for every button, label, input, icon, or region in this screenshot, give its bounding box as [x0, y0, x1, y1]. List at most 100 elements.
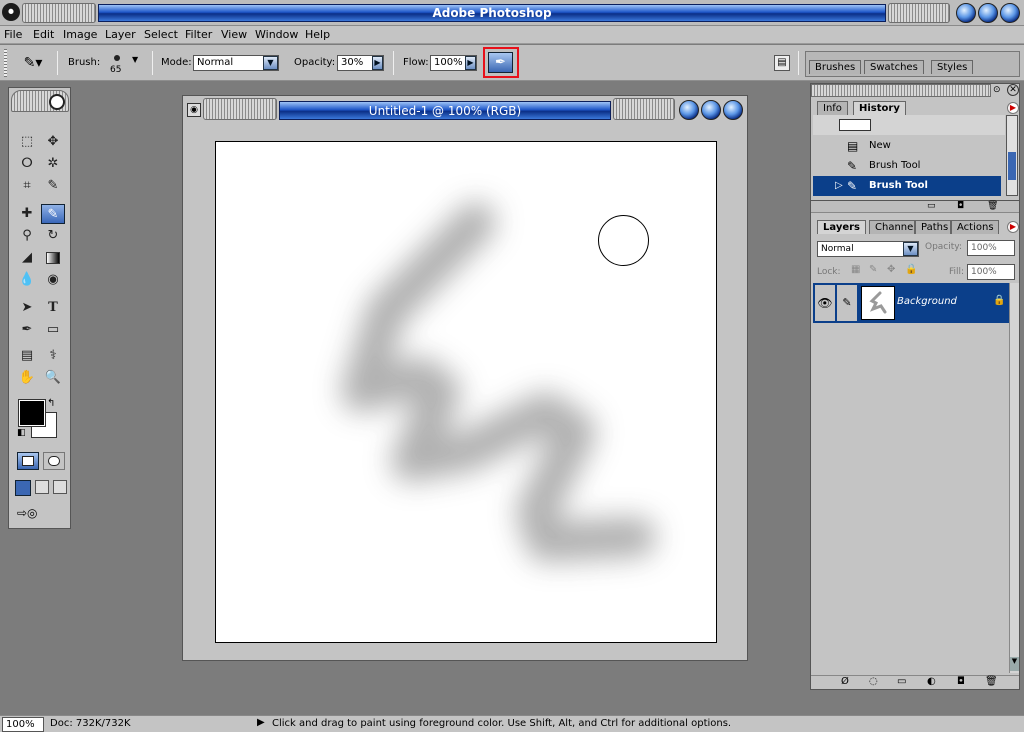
- pen-icon[interactable]: ✒: [15, 320, 39, 340]
- new-document-icon[interactable]: ▭: [927, 201, 936, 211]
- menu-layer[interactable]: Layer: [105, 28, 136, 41]
- well-tab-swatches[interactable]: Swatches: [864, 60, 924, 74]
- standard-mode-button[interactable]: [17, 452, 39, 470]
- palette-grip[interactable]: [811, 84, 991, 97]
- foreground-color-swatch[interactable]: [18, 399, 46, 427]
- layer-style-icon[interactable]: Ø: [841, 676, 849, 687]
- tab-layers[interactable]: Layers: [817, 220, 866, 234]
- history-item[interactable]: ▤ New: [813, 136, 1001, 156]
- blend-mode-select[interactable]: Normal ▼: [817, 241, 919, 257]
- layer-opacity-field[interactable]: 100%: [967, 240, 1015, 256]
- close-button[interactable]: [1000, 3, 1020, 23]
- screen-mode-full-menu[interactable]: [35, 480, 49, 494]
- doc-maximize-button[interactable]: [701, 100, 721, 120]
- menu-filter[interactable]: Filter: [185, 28, 212, 41]
- blur-icon[interactable]: 💧: [15, 270, 39, 290]
- canvas[interactable]: [215, 141, 717, 643]
- file-browser-icon[interactable]: ▤: [774, 55, 790, 71]
- marquee-icon[interactable]: ⬚: [15, 132, 39, 152]
- gradient-icon[interactable]: [41, 248, 65, 268]
- dodge-icon[interactable]: ◉: [41, 270, 65, 290]
- swap-colors-icon[interactable]: ↰: [47, 398, 55, 409]
- new-set-icon[interactable]: ▭: [897, 676, 906, 687]
- opacity-field[interactable]: 30% ▶: [337, 55, 384, 71]
- tab-paths[interactable]: Paths: [915, 220, 951, 234]
- hand-icon[interactable]: ✋: [15, 368, 39, 388]
- new-snapshot-icon[interactable]: ◘: [957, 201, 964, 211]
- adjustment-layer-icon[interactable]: ◐: [927, 676, 936, 687]
- menu-select[interactable]: Select: [144, 28, 178, 41]
- layer-row-background[interactable]: 👁 ✎ Background 🔒: [813, 283, 1009, 323]
- history-brush-icon[interactable]: ↻: [41, 226, 65, 246]
- tab-history[interactable]: History: [853, 101, 906, 115]
- brush-preset-icon[interactable]: ✎▾: [18, 53, 48, 73]
- jump-to-imageready-icon[interactable]: ⇨◎: [17, 506, 63, 524]
- eyedropper-icon[interactable]: ⚕: [41, 346, 65, 366]
- screen-mode-full[interactable]: [53, 480, 67, 494]
- brush-icon[interactable]: ✎: [41, 204, 65, 224]
- minimize-button[interactable]: [956, 3, 976, 23]
- lock-all-icon[interactable]: 🔒: [905, 264, 917, 275]
- well-tab-brushes[interactable]: Brushes: [809, 60, 862, 74]
- palette-menu-icon[interactable]: ▶: [1007, 102, 1019, 114]
- photoshop-logo-icon[interactable]: ⏺: [2, 3, 20, 21]
- zoom-icon[interactable]: 🔍: [41, 368, 65, 388]
- flow-field[interactable]: 100% ▶: [430, 55, 477, 71]
- tab-actions[interactable]: Actions: [951, 220, 999, 234]
- doc-minimize-button[interactable]: [679, 100, 699, 120]
- crop-icon[interactable]: ⌗: [15, 176, 39, 196]
- zoom-field[interactable]: 100%: [2, 717, 44, 732]
- move-icon[interactable]: ✥: [41, 132, 65, 152]
- options-grip[interactable]: [4, 49, 7, 77]
- trash-icon[interactable]: 🗑: [985, 676, 998, 687]
- stamp-icon[interactable]: ⚲: [15, 226, 39, 246]
- quick-mask-button[interactable]: [43, 452, 65, 470]
- new-layer-icon[interactable]: ◘: [957, 676, 965, 687]
- lock-image-icon[interactable]: ✎: [869, 264, 877, 275]
- menu-file[interactable]: File: [4, 28, 22, 41]
- eraser-icon[interactable]: ◢: [15, 248, 39, 268]
- history-item[interactable]: ✎ Brush Tool: [813, 156, 1001, 176]
- menu-window[interactable]: Window: [255, 28, 298, 41]
- notes-icon[interactable]: ▤: [15, 346, 39, 366]
- menu-view[interactable]: View: [221, 28, 247, 41]
- adobe-online-icon[interactable]: [49, 94, 65, 110]
- magic-wand-icon[interactable]: ✲: [41, 154, 65, 174]
- opacity-value: 30%: [341, 57, 364, 68]
- tab-channels[interactable]: Channels: [869, 220, 915, 234]
- history-scrollbar[interactable]: [1006, 115, 1018, 196]
- airbrush-button[interactable]: ✒: [488, 52, 513, 73]
- palette-menu-icon[interactable]: ▶: [1007, 221, 1019, 233]
- trash-icon[interactable]: 🗑: [987, 201, 998, 211]
- document-icon[interactable]: ◉: [187, 103, 201, 117]
- path-select-icon[interactable]: ➤: [15, 298, 39, 318]
- doc-close-button[interactable]: [723, 100, 743, 120]
- slice-icon[interactable]: ✎: [41, 176, 65, 196]
- lock-transparency-icon[interactable]: ▦: [851, 264, 860, 275]
- lock-position-icon[interactable]: ✥: [887, 264, 895, 275]
- menu-help[interactable]: Help: [305, 28, 330, 41]
- eye-icon[interactable]: 👁: [815, 285, 835, 321]
- layers-scrollbar[interactable]: ▼: [1009, 283, 1019, 673]
- menu-edit[interactable]: Edit: [33, 28, 54, 41]
- default-colors-icon[interactable]: ◧: [17, 428, 26, 438]
- type-icon[interactable]: T: [41, 298, 65, 318]
- lasso-icon[interactable]: ⵔ: [15, 154, 39, 174]
- menu-image[interactable]: Image: [63, 28, 97, 41]
- separator: [393, 51, 394, 75]
- maximize-button[interactable]: [978, 3, 998, 23]
- close-icon[interactable]: ✕: [1007, 84, 1019, 96]
- history-snapshot[interactable]: [813, 115, 1005, 135]
- fill-field[interactable]: 100%: [967, 264, 1015, 280]
- well-tab-styles[interactable]: Styles: [931, 60, 974, 74]
- mode-select[interactable]: Normal ▼: [193, 55, 279, 71]
- screen-mode-standard[interactable]: [15, 480, 31, 496]
- brush-picker[interactable]: 65 ▼: [110, 53, 146, 79]
- shape-icon[interactable]: ▭: [41, 320, 65, 340]
- palette-options-icon[interactable]: ⊙: [993, 85, 1001, 95]
- layer-mask-icon[interactable]: ◌: [869, 676, 878, 687]
- tab-info[interactable]: Info: [817, 101, 848, 115]
- history-item-selected[interactable]: ▷ ✎ Brush Tool: [813, 176, 1001, 196]
- status-menu-arrow-icon[interactable]: ▶: [257, 717, 265, 728]
- healing-icon[interactable]: ✚: [15, 204, 39, 224]
